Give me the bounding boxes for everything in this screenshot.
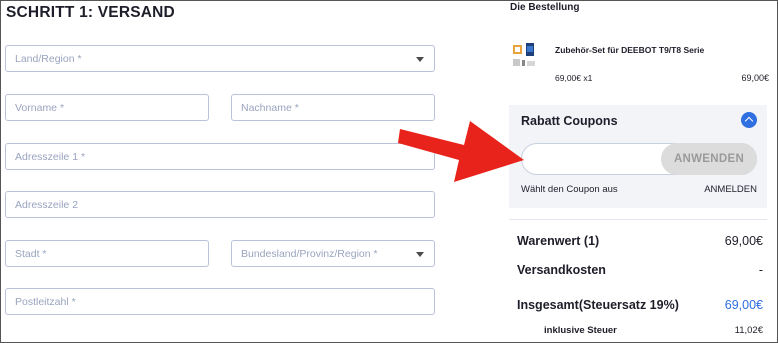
lastname-placeholder: Nachname * — [241, 102, 299, 114]
coupon-title: Rabatt Coupons — [521, 114, 618, 128]
address2-field[interactable]: Adresszeile 2 — [5, 191, 435, 218]
login-link[interactable]: ANMELDEN — [704, 184, 757, 195]
coupon-hint: Wählt den Coupon aus — [521, 184, 618, 195]
tax-value: 11,02€ — [734, 325, 763, 336]
shipping-value: - — [758, 263, 763, 277]
address1-field[interactable]: Adresszeile 1 * — [5, 143, 435, 170]
address2-placeholder: Adresszeile 2 — [15, 199, 79, 211]
product-thumbnail — [513, 43, 535, 66]
divider — [509, 219, 767, 220]
address1-placeholder: Adresszeile 1 * — [15, 151, 86, 163]
shipping-label: Versandkosten — [517, 263, 606, 277]
zip-field[interactable]: Postleitzahl * — [5, 288, 435, 315]
product-quantity: 69,00€ x1 — [555, 73, 593, 83]
chevron-down-icon — [416, 57, 424, 62]
product-name: Zubehör-Set für DEEBOT T9/T8 Serie — [555, 45, 705, 55]
subtotal-value: 69,00€ — [724, 234, 763, 248]
coupon-panel: Rabatt Coupons ANWENDEN Wählt den Coupon… — [509, 105, 767, 208]
subtotal-label: Warenwert (1) — [517, 234, 600, 248]
country-select[interactable]: Land/Region * — [5, 45, 435, 72]
arrow-annotation-icon — [398, 121, 524, 182]
tax-label: inklusive Steuer — [544, 325, 617, 336]
total-label: Insgesamt(Steuersatz 19%) — [517, 298, 679, 312]
apply-coupon-button[interactable]: ANWENDEN — [661, 143, 757, 175]
zip-placeholder: Postleitzahl * — [15, 296, 76, 308]
total-value: 69,00€ — [724, 298, 763, 312]
chevron-down-icon — [416, 252, 424, 257]
page-title: SCHRITT 1: VERSAND — [6, 4, 175, 21]
country-placeholder: Land/Region * — [15, 53, 82, 65]
product-price: 69,00€ — [741, 73, 769, 83]
state-select[interactable]: Bundesland/Provinz/Region * — [231, 240, 435, 267]
order-title: Die Bestellung — [510, 2, 580, 13]
coupon-input[interactable]: ANWENDEN — [521, 143, 757, 175]
firstname-field[interactable]: Vorname * — [5, 94, 209, 121]
firstname-placeholder: Vorname * — [15, 102, 65, 114]
city-field[interactable]: Stadt * — [5, 240, 209, 267]
city-placeholder: Stadt * — [15, 248, 47, 260]
chevron-up-icon[interactable] — [741, 112, 757, 128]
state-placeholder: Bundesland/Provinz/Region * — [241, 248, 378, 260]
